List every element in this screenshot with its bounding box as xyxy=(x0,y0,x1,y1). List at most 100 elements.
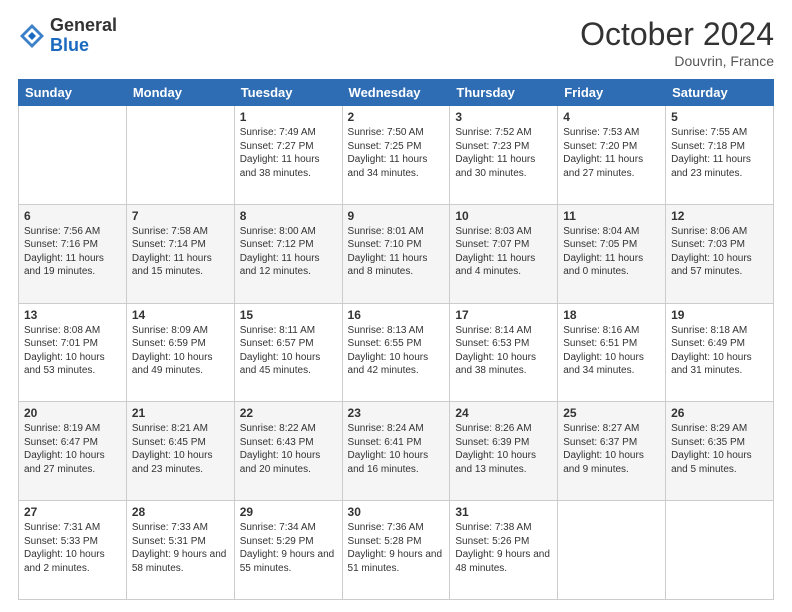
day-number: 7 xyxy=(132,209,229,223)
calendar-cell: 23 Sunrise: 8:24 AMSunset: 6:41 PMDayligh… xyxy=(342,402,450,501)
week-row-1: 1Sunrise: 7:49 AMSunset: 7:27 PMDaylight… xyxy=(19,106,774,205)
day-info: Sunrise: 8:03 AMSunset: 7:07 PMDaylight:… xyxy=(455,226,535,278)
day-info: Sunrise: 8:01 AMSunset: 7:10 PMDaylight:… xyxy=(348,226,428,278)
day-info: Sunrise: 8:06 AMSunset: 7:03 PMDaylight:… xyxy=(671,226,752,278)
calendar-cell: 28Sunrise: 7:33 AMSunset: 5:31 PMDayligh… xyxy=(126,501,234,600)
day-info: Sunrise: 8:13 AMSunset: 6:55 PMDaylight:… xyxy=(348,325,429,377)
day-number: 18 xyxy=(563,308,660,322)
calendar-cell xyxy=(19,106,127,205)
day-number: 19 xyxy=(671,308,768,322)
logo-general-text: General xyxy=(50,15,117,35)
day-number: 24 xyxy=(455,406,552,420)
calendar-cell: 2 Sunrise: 7:50 AMSunset: 7:25 PMDaylight… xyxy=(342,106,450,205)
day-number: 27 xyxy=(24,505,121,519)
calendar-cell: 4 Sunrise: 7:53 AMSunset: 7:20 PMDaylight… xyxy=(558,106,666,205)
calendar-cell xyxy=(126,106,234,205)
calendar-cell: 15 Sunrise: 8:11 AMSunset: 6:57 PMDayligh… xyxy=(234,303,342,402)
day-info: Sunrise: 7:50 AMSunset: 7:25 PMDaylight:… xyxy=(348,127,428,179)
header: General Blue October 2024 Douvrin, Franc… xyxy=(18,16,774,69)
day-number: 22 xyxy=(240,406,337,420)
day-number: 14 xyxy=(132,308,229,322)
day-info: Sunrise: 8:22 AMSunset: 6:43 PMDaylight:… xyxy=(240,423,321,475)
day-info: Sunrise: 7:58 AMSunset: 7:14 PMDaylight:… xyxy=(132,226,212,278)
logo-text: General Blue xyxy=(50,16,117,56)
week-row-4: 20Sunrise: 8:19 AMSunset: 6:47 PMDayligh… xyxy=(19,402,774,501)
calendar-cell: 5 Sunrise: 7:55 AMSunset: 7:18 PMDaylight… xyxy=(666,106,774,205)
calendar-cell: 14Sunrise: 8:09 AMSunset: 6:59 PMDayligh… xyxy=(126,303,234,402)
calendar-cell: 12Sunrise: 8:06 AMSunset: 7:03 PMDayligh… xyxy=(666,204,774,303)
calendar-cell: 19 Sunrise: 8:18 AMSunset: 6:49 PMDayligh… xyxy=(666,303,774,402)
day-number: 2 xyxy=(348,110,445,124)
day-info: Sunrise: 8:24 AMSunset: 6:41 PMDaylight:… xyxy=(348,423,429,475)
calendar-table: SundayMondayTuesdayWednesdayThursdayFrid… xyxy=(18,79,774,600)
calendar-cell: 16 Sunrise: 8:13 AMSunset: 6:55 PMDayligh… xyxy=(342,303,450,402)
week-row-2: 6 Sunrise: 7:56 AMSunset: 7:16 PMDaylight… xyxy=(19,204,774,303)
day-number: 16 xyxy=(348,308,445,322)
calendar-cell: 25 Sunrise: 8:27 AMSunset: 6:37 PMDayligh… xyxy=(558,402,666,501)
header-row: SundayMondayTuesdayWednesdayThursdayFrid… xyxy=(19,80,774,106)
day-info: Sunrise: 8:27 AMSunset: 6:37 PMDaylight:… xyxy=(563,423,644,475)
calendar-cell: 24 Sunrise: 8:26 AMSunset: 6:39 PMDayligh… xyxy=(450,402,558,501)
day-number: 15 xyxy=(240,308,337,322)
day-info: Sunrise: 7:31 AMSunset: 5:33 PMDaylight:… xyxy=(24,522,105,574)
calendar-cell: 27 Sunrise: 7:31 AMSunset: 5:33 PMDayligh… xyxy=(19,501,127,600)
day-number: 29 xyxy=(240,505,337,519)
calendar-cell: 10 Sunrise: 8:03 AMSunset: 7:07 PMDayligh… xyxy=(450,204,558,303)
day-number: 13 xyxy=(24,308,121,322)
logo: General Blue xyxy=(18,16,117,56)
day-number: 5 xyxy=(671,110,768,124)
day-number: 9 xyxy=(348,209,445,223)
day-header-monday: Monday xyxy=(126,80,234,106)
calendar-cell xyxy=(558,501,666,600)
day-info: Sunrise: 8:18 AMSunset: 6:49 PMDaylight:… xyxy=(671,325,752,377)
calendar-cell: 9 Sunrise: 8:01 AMSunset: 7:10 PMDaylight… xyxy=(342,204,450,303)
day-number: 30 xyxy=(348,505,445,519)
day-number: 23 xyxy=(348,406,445,420)
day-number: 28 xyxy=(132,505,229,519)
day-number: 17 xyxy=(455,308,552,322)
calendar-cell: 11 Sunrise: 8:04 AMSunset: 7:05 PMDayligh… xyxy=(558,204,666,303)
day-number: 11 xyxy=(563,209,660,223)
title-block: October 2024 Douvrin, France xyxy=(580,16,774,69)
day-header-tuesday: Tuesday xyxy=(234,80,342,106)
location: Douvrin, France xyxy=(580,53,774,69)
day-number: 26 xyxy=(671,406,768,420)
day-info: Sunrise: 8:16 AMSunset: 6:51 PMDaylight:… xyxy=(563,325,644,377)
day-number: 3 xyxy=(455,110,552,124)
day-info: Sunrise: 7:52 AMSunset: 7:23 PMDaylight:… xyxy=(455,127,535,179)
day-info: Sunrise: 8:00 AMSunset: 7:12 PMDaylight:… xyxy=(240,226,320,278)
calendar-cell: 22 Sunrise: 8:22 AMSunset: 6:43 PMDayligh… xyxy=(234,402,342,501)
calendar-cell: 8Sunrise: 8:00 AMSunset: 7:12 PMDaylight… xyxy=(234,204,342,303)
day-info: Sunrise: 7:38 AMSunset: 5:26 PMDaylight:… xyxy=(455,522,550,574)
day-info: Sunrise: 8:11 AMSunset: 6:57 PMDaylight:… xyxy=(240,325,321,377)
calendar-cell: 18 Sunrise: 8:16 AMSunset: 6:51 PMDayligh… xyxy=(558,303,666,402)
day-number: 10 xyxy=(455,209,552,223)
calendar-cell: 7 Sunrise: 7:58 AMSunset: 7:14 PMDaylight… xyxy=(126,204,234,303)
day-info: Sunrise: 7:34 AMSunset: 5:29 PMDaylight:… xyxy=(240,522,335,574)
day-number: 25 xyxy=(563,406,660,420)
calendar-cell: 17Sunrise: 8:14 AMSunset: 6:53 PMDayligh… xyxy=(450,303,558,402)
logo-icon xyxy=(18,22,46,50)
day-header-saturday: Saturday xyxy=(666,80,774,106)
day-info: Sunrise: 8:04 AMSunset: 7:05 PMDaylight:… xyxy=(563,226,643,278)
calendar-cell: 21Sunrise: 8:21 AMSunset: 6:45 PMDayligh… xyxy=(126,402,234,501)
day-info: Sunrise: 7:56 AMSunset: 7:16 PMDaylight:… xyxy=(24,226,104,278)
day-info: Sunrise: 7:53 AMSunset: 7:20 PMDaylight:… xyxy=(563,127,643,179)
calendar-cell: 31Sunrise: 7:38 AMSunset: 5:26 PMDayligh… xyxy=(450,501,558,600)
calendar-cell xyxy=(666,501,774,600)
day-header-thursday: Thursday xyxy=(450,80,558,106)
day-info: Sunrise: 8:26 AMSunset: 6:39 PMDaylight:… xyxy=(455,423,536,475)
day-info: Sunrise: 7:55 AMSunset: 7:18 PMDaylight:… xyxy=(671,127,751,179)
calendar-cell: 13Sunrise: 8:08 AMSunset: 7:01 PMDayligh… xyxy=(19,303,127,402)
week-row-5: 27 Sunrise: 7:31 AMSunset: 5:33 PMDayligh… xyxy=(19,501,774,600)
day-header-friday: Friday xyxy=(558,80,666,106)
day-number: 1 xyxy=(240,110,337,124)
day-number: 6 xyxy=(24,209,121,223)
calendar-cell: 3 Sunrise: 7:52 AMSunset: 7:23 PMDaylight… xyxy=(450,106,558,205)
calendar-cell: 26Sunrise: 8:29 AMSunset: 6:35 PMDayligh… xyxy=(666,402,774,501)
week-row-3: 13Sunrise: 8:08 AMSunset: 7:01 PMDayligh… xyxy=(19,303,774,402)
calendar-cell: 6 Sunrise: 7:56 AMSunset: 7:16 PMDaylight… xyxy=(19,204,127,303)
day-number: 4 xyxy=(563,110,660,124)
calendar-cell: 20Sunrise: 8:19 AMSunset: 6:47 PMDayligh… xyxy=(19,402,127,501)
day-info: Sunrise: 8:21 AMSunset: 6:45 PMDaylight:… xyxy=(132,423,213,475)
